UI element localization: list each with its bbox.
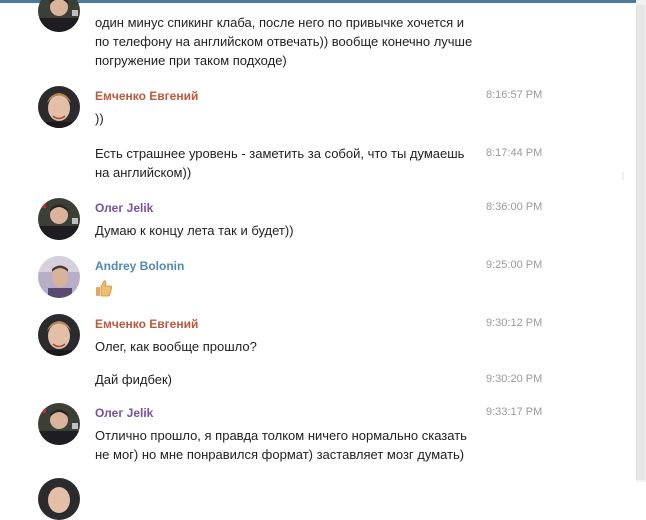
scrollbar-thumb[interactable] bbox=[636, 5, 645, 480]
message-text: Дай фидбек) bbox=[95, 372, 172, 387]
top-accent-bar bbox=[0, 0, 636, 3]
message-text: Отлично прошло, я правда толком ничего н… bbox=[95, 428, 467, 462]
emchenko-avatar-icon[interactable] bbox=[38, 478, 80, 520]
author-name[interactable]: Емченко Евгений bbox=[95, 89, 198, 103]
emchenko-avatar-icon[interactable] bbox=[38, 314, 80, 356]
timestamp: 8:16:57 PM bbox=[486, 89, 543, 101]
scroll-marker bbox=[622, 172, 624, 180]
timestamp: 8:17:44 PM bbox=[486, 147, 543, 159]
andrey-avatar-icon[interactable] bbox=[38, 256, 80, 298]
timestamp: 9:25:00 PM bbox=[486, 259, 543, 271]
message-text: Есть страшнее уровень - заметить за собо… bbox=[95, 146, 465, 180]
timestamp: 9:30:12 PM bbox=[486, 317, 543, 329]
emchenko-avatar-icon[interactable] bbox=[38, 86, 80, 128]
author-name[interactable]: Олег Jelik bbox=[95, 201, 153, 215]
author-name[interactable]: Емченко Евгений bbox=[95, 317, 198, 331]
message-text: Олег, как вообще прошло? bbox=[95, 339, 257, 354]
oleg-avatar-icon[interactable] bbox=[38, 403, 80, 445]
scrollbar[interactable] bbox=[636, 0, 646, 482]
message-text: )) bbox=[95, 111, 104, 126]
timestamp: 8:36:00 PM bbox=[486, 201, 543, 213]
message-text: один минус спикинг клаба, после него по … bbox=[95, 15, 473, 68]
author-name[interactable]: Andrey Bolonin bbox=[95, 259, 184, 273]
oleg-avatar-icon[interactable] bbox=[38, 198, 80, 240]
thumbs-up-icon bbox=[95, 279, 113, 302]
timestamp: 9:33:17 PM bbox=[486, 406, 543, 418]
timestamp: 9:30:20 PM bbox=[486, 373, 543, 385]
author-name[interactable]: Олег Jelik bbox=[95, 406, 153, 420]
message-text: Думаю к концу лета так и будет)) bbox=[95, 223, 294, 238]
oleg-avatar-icon[interactable] bbox=[38, 0, 80, 32]
